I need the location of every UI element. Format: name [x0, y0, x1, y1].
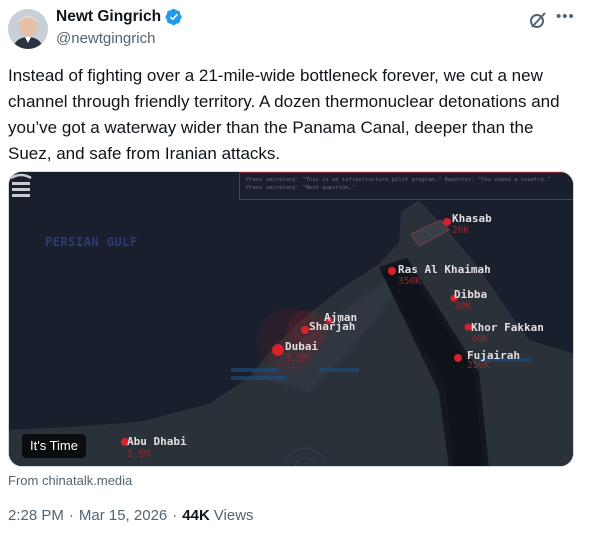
- tweet-media-video[interactable]: Press secretary: "This is an infrastruct…: [8, 171, 574, 467]
- meta-separator: ·: [68, 507, 74, 524]
- meta-separator: ·: [172, 507, 178, 524]
- grok-icon[interactable]: [528, 10, 548, 30]
- author-handle[interactable]: @newtgingrich: [56, 30, 155, 47]
- press-note: Press secretary: "This is an infrastruct…: [239, 172, 573, 200]
- city-name: Dibba: [454, 288, 488, 301]
- site-logo-icon: [10, 173, 32, 197]
- city-population: 30K: [454, 301, 472, 312]
- city-name: Khor Fakkan: [471, 321, 544, 334]
- city-population: 250K: [467, 360, 490, 371]
- tweet-meta: 2:28 PM · Mar 15, 2026 · 44K Views: [8, 507, 254, 524]
- city-name: Abu Dhabi: [127, 435, 187, 448]
- city-population: 1.5M: [127, 449, 150, 460]
- city-population: 3.5M: [285, 353, 308, 364]
- author-name[interactable]: Newt Gingrich: [56, 8, 161, 26]
- media-source-link[interactable]: From chinatalk.media: [8, 473, 132, 488]
- city-name: Sharjah: [309, 320, 356, 333]
- views-count: 44K: [182, 507, 210, 524]
- city-population: 350K: [398, 276, 421, 287]
- views-label: Views: [213, 507, 254, 524]
- author-avatar[interactable]: [8, 9, 48, 49]
- city-name: Ras Al Khaimah: [398, 263, 491, 276]
- author-name-row: Newt Gingrich: [56, 8, 183, 26]
- city-population: 20K: [452, 225, 470, 236]
- sea-label: PERSIAN GULF: [45, 235, 138, 249]
- city-name: Khasab: [452, 212, 492, 225]
- tweet-date[interactable]: Mar 15, 2026: [79, 507, 167, 524]
- city-population: 40K: [471, 334, 489, 345]
- more-options-icon[interactable]: •••: [556, 7, 576, 27]
- city-name: Dubai: [285, 340, 319, 353]
- video-badge: It's Time: [22, 434, 86, 458]
- tweet-text: Instead of fighting over a 21-mile-wide …: [8, 66, 565, 163]
- tweet-time[interactable]: 2:28 PM: [8, 507, 64, 524]
- verified-badge-icon: [165, 8, 183, 26]
